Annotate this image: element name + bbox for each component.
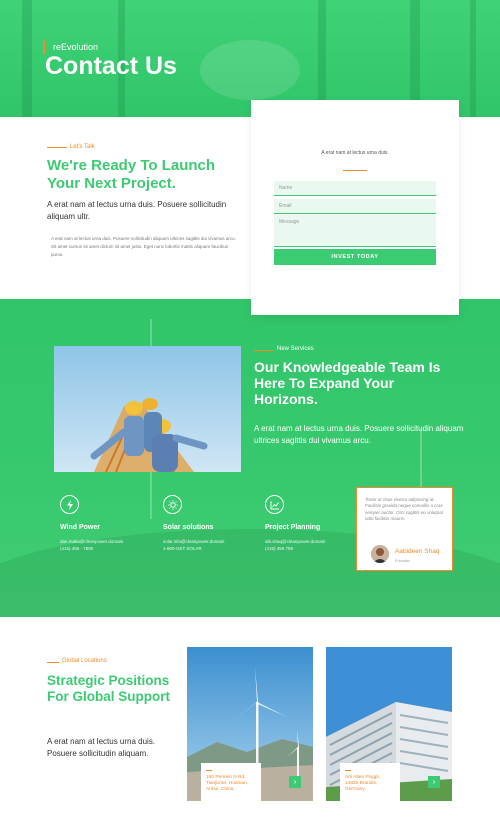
services-lead: A erat nam at lectus urna duis. Posuere … xyxy=(254,424,464,445)
hero-kicker: reEvolution xyxy=(53,42,99,52)
feature-name: Wind Power xyxy=(60,524,100,531)
services-section: New Services Our Knowledgeable Team Is H… xyxy=(0,299,500,617)
accent-line xyxy=(47,662,59,663)
arrow-right-icon[interactable]: › xyxy=(428,776,440,788)
intro-lead: A erat nam at lectus urna duis. Posuere … xyxy=(47,200,227,221)
intro-heading: We're Ready To Launch Your Next Project. xyxy=(47,157,216,192)
testimonial-quote: Tortor at risus viverra adipiscing at. F… xyxy=(365,497,443,522)
accent-line xyxy=(47,147,67,148)
feature-phone[interactable]: (415) 456 - 7890 xyxy=(60,545,150,552)
global-heading: Strategic Positions For Global Support xyxy=(47,673,170,704)
page-title: Contact Us xyxy=(45,52,177,80)
feature-phone[interactable]: 1-800-GET SOLAR xyxy=(163,545,253,552)
testimonial-card: Tortor at risus viverra adipiscing at. F… xyxy=(356,487,453,571)
location-address: 160 Renmin N Rd, Tianjia'an, Huainan, An… xyxy=(206,775,249,792)
feature-email[interactable]: solar.info@cleanpower.domain xyxy=(163,538,253,545)
lightning-icon xyxy=(60,495,79,514)
address-box: 160 Renmin N Rd, Tianjia'an, Huainan, An… xyxy=(201,763,261,801)
feature-solar-solutions: Solar solutions solar.info@cleanpower.do… xyxy=(163,495,253,552)
accent-line xyxy=(254,350,274,351)
location-address: Am Alten Flugpl., 14822 Brandis, Germany xyxy=(345,775,382,792)
feature-project-planning: Project Planning aib.shaq@cleanpower.dom… xyxy=(265,495,355,552)
global-kicker: Global Locations xyxy=(62,658,107,664)
accent-line xyxy=(343,170,367,171)
address-box: Am Alten Flugpl., 14822 Brandis, Germany xyxy=(340,763,400,801)
contact-form: A erat nam at lectus urna duis. Name Ema… xyxy=(251,100,459,315)
services-kicker: New Services xyxy=(277,346,314,352)
location-card-china[interactable]: 160 Renmin N Rd, Tianjia'an, Huainan, An… xyxy=(187,647,313,801)
tree-trunk xyxy=(470,0,476,117)
feature-wind-power: Wind Power dan.maka@cleanpower.domain (4… xyxy=(60,495,150,552)
invest-today-button[interactable]: INVEST TODAY xyxy=(274,249,436,265)
email-field[interactable]: Email xyxy=(274,199,436,214)
location-card-germany[interactable]: Am Alten Flugpl., 14822 Brandis, Germany… xyxy=(326,647,452,801)
feature-email[interactable]: dan.maka@cleanpower.domain xyxy=(60,538,150,545)
message-field[interactable]: Message xyxy=(274,215,436,247)
services-heading: Our Knowledgeable Team Is Here To Expand… xyxy=(254,359,441,407)
intro-body: A erat nam at lectus urna duis. Posuere … xyxy=(51,236,236,257)
global-lead: A erat nam at lectus urna duis. Posuere … xyxy=(47,737,156,758)
testimonial-name: Aabideen Shaq xyxy=(395,548,440,555)
sun-icon xyxy=(163,495,182,514)
arrow-right-icon[interactable]: › xyxy=(289,776,301,788)
tree-trunk xyxy=(22,0,32,117)
name-field[interactable]: Name xyxy=(274,181,436,196)
feature-name: Solar solutions xyxy=(163,524,214,531)
global-locations-section: Global Locations Strategic Positions For… xyxy=(0,617,500,832)
team-photo xyxy=(54,346,241,472)
feature-phone[interactable]: (415) 456 789 xyxy=(265,545,355,552)
chart-icon xyxy=(265,495,284,514)
feature-name: Project Planning xyxy=(265,524,321,531)
intro-kicker: Let's Talk xyxy=(70,144,95,150)
testimonial-role: Founder xyxy=(395,558,410,563)
hero-figure xyxy=(200,40,300,100)
form-tagline: A erat nam at lectus urna duis. xyxy=(321,150,389,156)
avatar xyxy=(371,545,389,563)
feature-email[interactable]: aib.shaq@cleanpower.domain xyxy=(265,538,355,545)
